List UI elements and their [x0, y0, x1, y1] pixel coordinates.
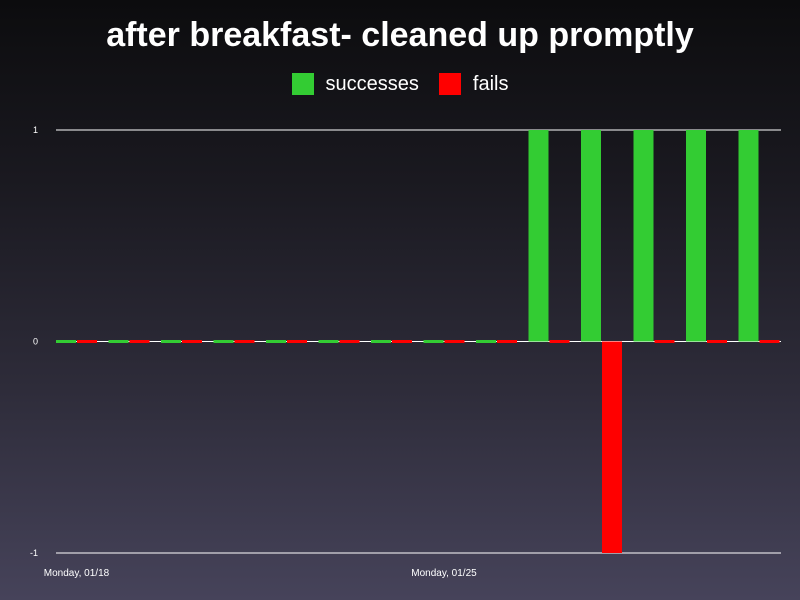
y-tick-label: 0 — [33, 337, 38, 347]
bar-successes-5 — [318, 340, 339, 343]
bar-fails-10 — [602, 341, 622, 553]
bar-successes-3 — [213, 340, 234, 343]
plot-area: -1 0 1 Monday, 01/18 Monday, 01/25 — [30, 125, 781, 579]
bar-fails-3 — [234, 340, 255, 343]
bar-fails-1 — [129, 340, 150, 343]
bar-fails-6 — [392, 340, 412, 343]
bar-fails-9 — [549, 340, 570, 343]
bar-fails-2 — [182, 340, 202, 343]
bar-successes-9 — [528, 130, 549, 342]
y-tick-label: -1 — [30, 548, 38, 558]
bar-successes-13 — [738, 130, 759, 342]
bar-fails-13 — [759, 340, 780, 343]
bar-fails-8 — [497, 340, 517, 343]
bar-fails-12 — [707, 340, 727, 343]
bar-successes-6 — [371, 340, 391, 343]
bar-successes-8 — [476, 340, 496, 343]
bar-successes-11 — [633, 130, 654, 342]
bar-successes-0 — [56, 340, 76, 343]
x-tick-label: Monday, 01/18 — [44, 568, 110, 579]
bar-successes-10 — [581, 130, 601, 342]
bar-fails-0 — [77, 340, 97, 343]
bar-successes-1 — [108, 340, 129, 343]
x-tick-label: Monday, 01/25 — [411, 568, 477, 579]
bar-fails-5 — [339, 340, 360, 343]
bar-successes-2 — [161, 340, 181, 343]
y-tick-label: 1 — [33, 125, 38, 135]
bar-successes-7 — [423, 340, 444, 343]
bar-successes-4 — [266, 340, 286, 343]
bar-fails-4 — [287, 340, 307, 343]
bar-fails-11 — [654, 340, 675, 343]
bar-fails-7 — [444, 340, 465, 343]
bar-successes-12 — [686, 130, 706, 342]
